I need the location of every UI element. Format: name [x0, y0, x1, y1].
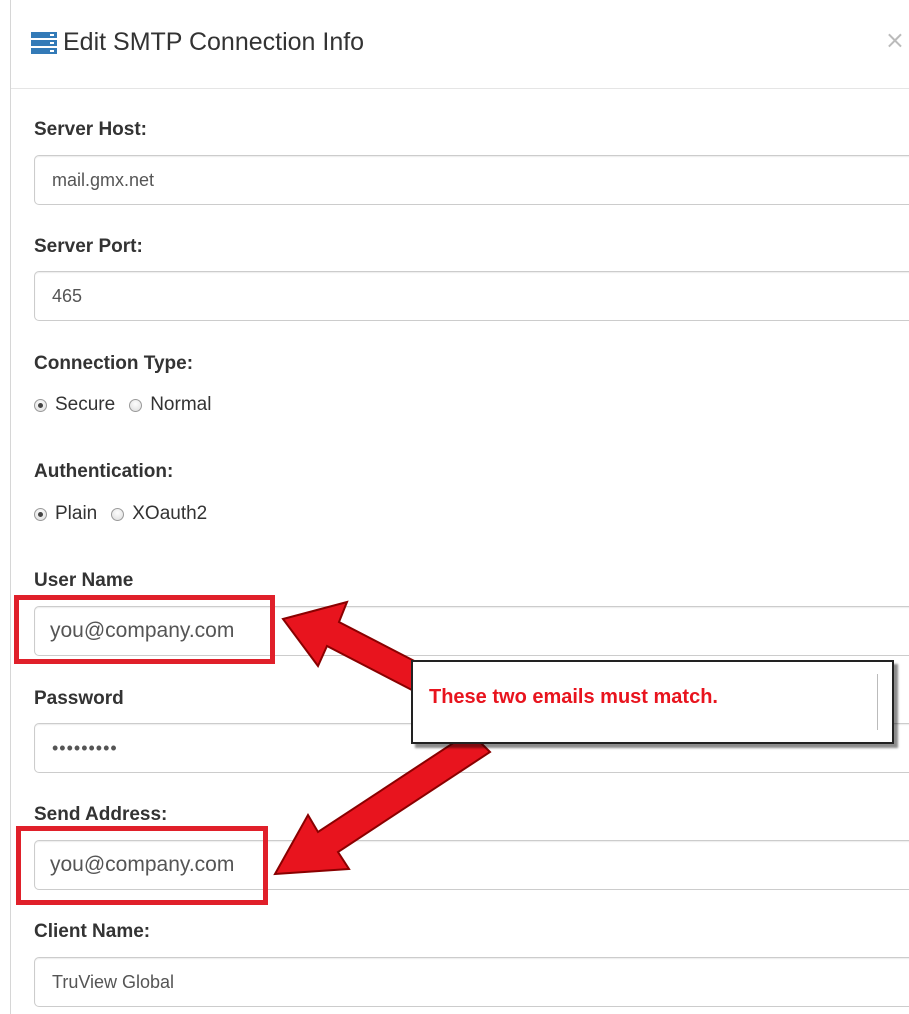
- annotation-callout: These two emails must match.: [411, 660, 894, 744]
- send-address-highlight-box: [16, 826, 268, 905]
- password-label: Password: [34, 688, 124, 709]
- server-list-icon: [31, 32, 57, 54]
- user-name-highlight-box: [14, 595, 275, 664]
- xoauth2-radio[interactable]: [111, 507, 125, 521]
- server-host-input[interactable]: mail.gmx.net: [34, 155, 909, 205]
- plain-radio-label: Plain: [55, 503, 98, 524]
- server-port-input[interactable]: 465: [34, 271, 909, 321]
- plain-radio[interactable]: [34, 507, 47, 521]
- send-address-label: Send Address:: [34, 804, 168, 825]
- close-icon[interactable]: ×: [885, 26, 905, 54]
- authentication-group: Plain XOauth2: [34, 503, 221, 525]
- xoauth2-radio-label: XOauth2: [132, 503, 208, 524]
- client-name-input[interactable]: TruView Global: [34, 957, 909, 1007]
- connection-type-secure-option[interactable]: Secure: [34, 394, 115, 416]
- secure-radio-label: Secure: [55, 394, 116, 415]
- normal-radio-label: Normal: [150, 394, 212, 415]
- user-name-label: User Name: [34, 570, 134, 591]
- connection-type-normal-option[interactable]: Normal: [129, 394, 211, 416]
- callout-text: These two emails must match.: [429, 686, 718, 708]
- normal-radio[interactable]: [129, 398, 143, 412]
- secure-radio[interactable]: [34, 398, 47, 412]
- server-host-label: Server Host:: [34, 119, 147, 140]
- server-port-label: Server Port:: [34, 236, 143, 257]
- connection-type-label: Connection Type:: [34, 353, 194, 374]
- dialog-header: Edit SMTP Connection Info ×: [11, 0, 909, 89]
- authentication-xoauth2-option[interactable]: XOauth2: [111, 503, 207, 525]
- authentication-label: Authentication:: [34, 461, 174, 482]
- dialog-title: Edit SMTP Connection Info: [63, 28, 365, 56]
- authentication-plain-option[interactable]: Plain: [34, 503, 97, 525]
- connection-type-group: Secure Normal: [34, 394, 225, 416]
- client-name-label: Client Name:: [34, 921, 151, 942]
